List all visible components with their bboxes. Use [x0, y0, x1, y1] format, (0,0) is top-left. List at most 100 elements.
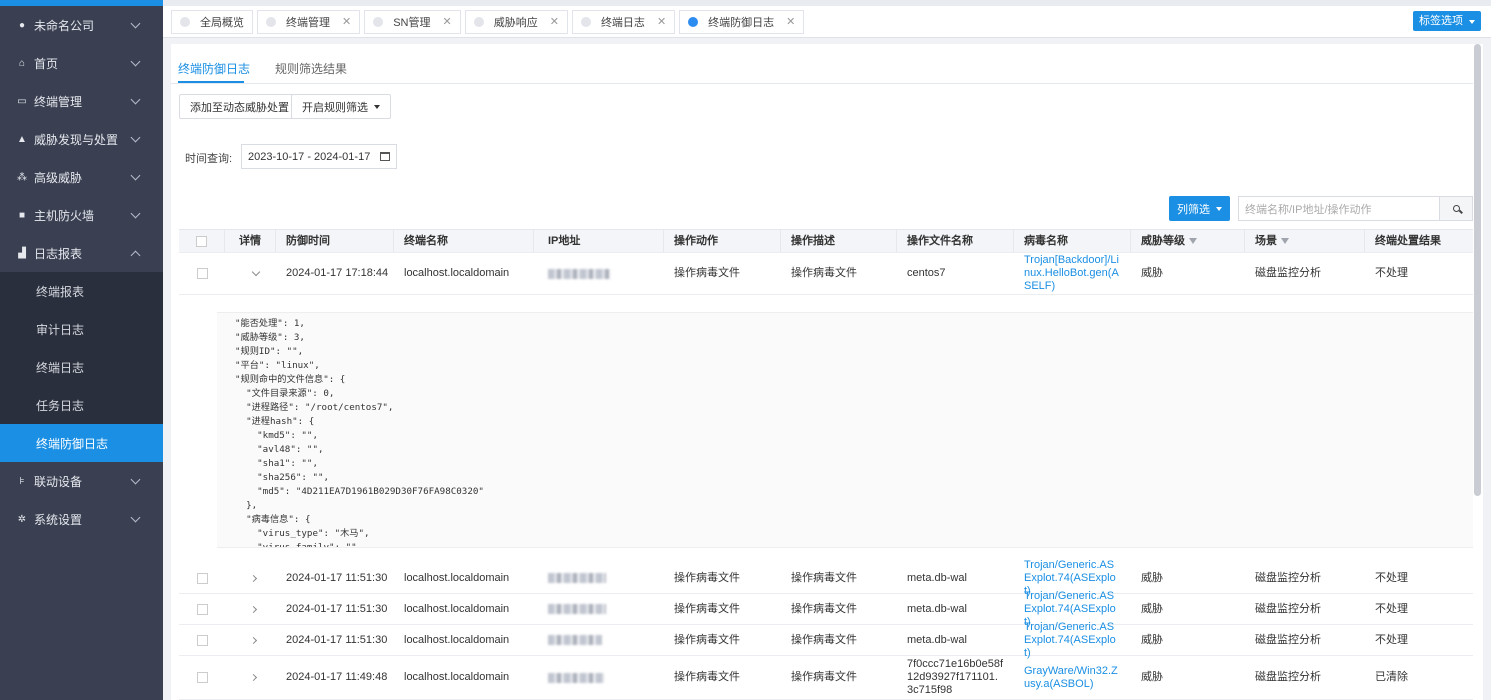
close-icon[interactable]: ✕ — [342, 15, 351, 28]
chevron-right-icon — [249, 636, 258, 644]
vertical-scrollbar[interactable] — [1474, 44, 1481, 496]
checkbox[interactable] — [196, 603, 208, 615]
sidebar-sub-task-log[interactable]: 任务日志 — [0, 386, 163, 424]
tab-threat-response[interactable]: 威胁响应 ✕ — [464, 9, 568, 34]
chevron-down-icon — [130, 56, 141, 67]
sidebar-item-endpoint[interactable]: ▭ 终端管理 — [0, 82, 163, 120]
redacted-ip — [548, 268, 610, 279]
close-icon[interactable]: ✕ — [443, 15, 452, 28]
table-row[interactable]: 2024-01-17 17:18:44 localhost.localdomai… — [179, 253, 1473, 295]
row-checkbox-cell[interactable] — [179, 656, 225, 699]
tab-dot-icon — [688, 16, 699, 27]
close-icon[interactable]: ✕ — [786, 15, 795, 28]
search-input[interactable]: 终端名称/IP地址/操作动作 — [1238, 196, 1440, 221]
cell-virus-link[interactable]: Trojan[Backdoor]/Linux.HelloBot.gen(ASEL… — [1014, 253, 1121, 294]
checkbox[interactable] — [196, 268, 208, 279]
cell-virus-link[interactable]: Trojan/Generic.ASExplot.74(ASExplot) — [1014, 621, 1121, 659]
table-row[interactable]: 2024-01-17 11:51:30 localhost.localdomai… — [179, 590, 1473, 628]
row-checkbox-cell[interactable] — [179, 253, 225, 294]
header-scene[interactable]: 场景 — [1245, 230, 1365, 252]
header-level[interactable]: 威胁等级 — [1131, 230, 1245, 252]
row-checkbox-cell[interactable] — [179, 563, 225, 593]
table-row[interactable]: 2024-01-17 11:51:30 localhost.localdomai… — [179, 559, 1473, 597]
expand-toggle[interactable] — [225, 253, 276, 294]
sidebar-item-threat[interactable]: ▲ 威胁发现与处置 — [0, 120, 163, 158]
chevron-down-icon — [251, 267, 261, 276]
add-to-dynamic-threat-button[interactable]: 添加至动态威胁处置 — [179, 94, 300, 119]
cell-virus-link[interactable]: Trojan/Generic.ASExplot.74(ASExplot) — [1014, 559, 1121, 597]
table-row[interactable]: 2024-01-17 11:49:48 localhost.localdomai… — [179, 656, 1473, 700]
button-label: 开启规则筛选 — [302, 101, 368, 114]
cell-scene: 磁盘监控分析 — [1255, 671, 1321, 683]
cell-level: 威胁 — [1141, 571, 1163, 584]
cell-time: 2024-01-17 11:51:30 — [286, 633, 388, 646]
calendar-icon[interactable] — [380, 152, 390, 161]
header-host: 终端名称 — [394, 230, 534, 252]
sidebar-item-advanced[interactable]: ⁂ 高级威胁 — [0, 158, 163, 196]
button-label: 列筛选 — [1177, 203, 1210, 216]
chevron-down-icon — [130, 474, 141, 485]
tab-defense-log[interactable]: 终端防御日志 ✕ — [679, 9, 805, 34]
header-select-all[interactable] — [179, 230, 225, 252]
search-button[interactable] — [1440, 196, 1473, 221]
cell-virus-link[interactable]: Trojan/Generic.ASExplot.74(ASExplot) — [1014, 590, 1121, 628]
close-icon[interactable]: ✕ — [657, 15, 666, 28]
cell-virus-link[interactable]: GrayWare/Win32.Zusy.a(ASBOL) — [1014, 656, 1121, 699]
table-row[interactable]: 2024-01-17 11:51:30 localhost.localdomai… — [179, 621, 1473, 659]
cell-result: 不处理 — [1375, 571, 1408, 584]
sidebar-item-label: 首页 — [34, 56, 59, 71]
column-filter-button[interactable]: 列筛选 — [1169, 196, 1230, 221]
cell-result: 不处理 — [1375, 633, 1408, 646]
checkbox[interactable] — [196, 672, 208, 683]
sidebar-item-company[interactable]: ● 未命名公司 — [0, 6, 163, 44]
cell-desc: 操作病毒文件 — [791, 267, 857, 279]
sidebar-item-settings[interactable]: ✲ 系统设置 — [0, 500, 163, 538]
table-header-row: 详情 防御时间 终端名称 IP地址 操作动作 操作描述 操作文件名称 病毒名称 … — [179, 229, 1473, 253]
detail-json-text: "能否处理": 1, "威胁等级": 3, "规则ID": "", "平台": … — [235, 318, 484, 548]
sidebar-item-firewall[interactable]: ■ 主机防火墙 — [0, 196, 163, 234]
warning-icon: ▲ — [17, 133, 27, 145]
sidebar-sub-audit-log[interactable]: 审计日志 — [0, 310, 163, 348]
filter-icon[interactable] — [1281, 238, 1289, 244]
expand-toggle[interactable] — [225, 625, 276, 655]
tab-overview[interactable]: 全局概览 — [171, 9, 253, 34]
checkbox[interactable] — [196, 572, 208, 584]
redacted-ip — [548, 573, 606, 583]
cell-host: localhost.localdomain — [404, 267, 510, 279]
sidebar-item-devices[interactable]: ⊧ 联动设备 — [0, 462, 163, 500]
date-range-input[interactable]: 2023-10-17 - 2024-01-17 — [241, 144, 397, 169]
row-checkbox-cell[interactable] — [179, 594, 225, 624]
tab-sn[interactable]: SN管理 ✕ — [364, 9, 461, 34]
sidebar-sub-endpoint-report[interactable]: 终端报表 — [0, 272, 163, 310]
cell-desc: 操作病毒文件 — [791, 571, 857, 584]
redacted-ip — [548, 672, 604, 683]
enable-rule-filter-button[interactable]: 开启规则筛选 — [291, 94, 391, 119]
gear-icon: ✲ — [17, 513, 27, 525]
subtab-defense-log[interactable]: 终端防御日志 — [178, 60, 250, 77]
tab-bar: 全局概览 终端管理 ✕ SN管理 ✕ 威胁响应 ✕ 终端日志 ✕ 终端防御日志 ✕ 标签选… — [163, 0, 1491, 38]
sidebar-item-reports[interactable]: ▟ 日志报表 — [0, 234, 163, 272]
chevron-down-icon — [130, 208, 141, 219]
sidebar-sub-endpoint-log[interactable]: 终端日志 — [0, 348, 163, 386]
sidebar-item-home[interactable]: ⌂ 首页 — [0, 44, 163, 82]
expand-toggle[interactable] — [225, 656, 276, 699]
expand-toggle[interactable] — [225, 563, 276, 593]
checkbox[interactable] — [196, 235, 207, 247]
close-icon[interactable]: ✕ — [550, 15, 559, 28]
header-detail: 详情 — [225, 230, 276, 252]
tab-endpoint-log[interactable]: 终端日志 ✕ — [571, 9, 676, 34]
chevron-down-icon — [130, 94, 141, 105]
row-checkbox-cell[interactable] — [179, 625, 225, 655]
checkbox[interactable] — [196, 634, 208, 646]
cell-host: localhost.localdomain — [404, 671, 510, 683]
subtab-rule-results[interactable]: 规则筛选结果 — [275, 60, 347, 77]
tab-options-button[interactable]: 标签选项 — [1413, 11, 1481, 31]
tab-dot-icon — [180, 16, 190, 27]
cell-result: 不处理 — [1375, 602, 1408, 615]
cell-action: 操作病毒文件 — [674, 602, 740, 615]
caret-down-icon — [1469, 20, 1475, 24]
tab-endpoint[interactable]: 终端管理 ✕ — [257, 9, 361, 34]
filter-icon[interactable] — [1189, 238, 1197, 244]
expand-toggle[interactable] — [225, 594, 276, 624]
sidebar-sub-defense-log[interactable]: 终端防御日志 — [0, 424, 163, 462]
